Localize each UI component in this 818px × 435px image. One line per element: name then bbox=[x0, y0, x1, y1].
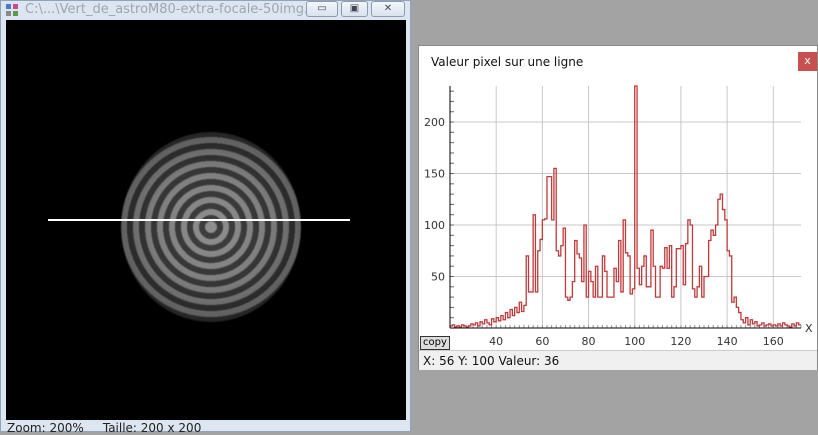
star-image[interactable] bbox=[6, 20, 406, 420]
image-window-titlebar[interactable]: C:\...\Vert_de_astroM80-extra-focale-50i… bbox=[1, 1, 410, 20]
minimize-button[interactable]: ▭ bbox=[306, 1, 338, 17]
x-tick-label: 100 bbox=[624, 335, 645, 348]
copy-button[interactable]: copy bbox=[420, 336, 450, 350]
maximize-button[interactable]: ▣ bbox=[341, 1, 368, 17]
chart-window: Valeur pixel sur une ligne x 50 100 150 200… bbox=[418, 45, 818, 370]
line-profile-chart: 50 100 150 200 40 60 80 100 120 140 160 X bbox=[424, 85, 813, 348]
image-window-title: C:\...\Vert_de_astroM80-extra-focale-50i… bbox=[25, 2, 329, 17]
y-tick-label: 50 bbox=[431, 271, 445, 284]
y-tick-label: 150 bbox=[424, 168, 445, 181]
image-status-bar: Zoom: 200% Taille: 200 x 200 bbox=[7, 421, 201, 435]
chart-close-button[interactable]: x bbox=[798, 52, 817, 71]
size-status: Taille: 200 x 200 bbox=[102, 421, 202, 435]
profile-line[interactable] bbox=[48, 219, 350, 221]
zoom-status: Zoom: 200% bbox=[7, 421, 84, 435]
chart-status-bar: X: 56 Y: 100 Valeur: 36 bbox=[419, 350, 817, 370]
chart-window-title: Valeur pixel sur une ligne bbox=[431, 55, 584, 69]
x-axis-label: X bbox=[805, 322, 813, 335]
x-tick-label: 140 bbox=[717, 335, 738, 348]
x-tick-label: 80 bbox=[582, 335, 596, 348]
x-tick-label: 60 bbox=[535, 335, 549, 348]
close-button[interactable]: ✕ bbox=[371, 1, 405, 17]
image-window: C:\...\Vert_de_astroM80-extra-focale-50i… bbox=[0, 0, 411, 435]
y-tick-label: 100 bbox=[424, 219, 445, 232]
x-tick-label: 120 bbox=[670, 335, 691, 348]
y-tick-label: 200 bbox=[424, 116, 445, 129]
diffraction-rings bbox=[121, 132, 301, 322]
x-tick-label: 40 bbox=[489, 335, 503, 348]
app-icon bbox=[6, 4, 18, 16]
x-tick-label: 160 bbox=[763, 335, 784, 348]
